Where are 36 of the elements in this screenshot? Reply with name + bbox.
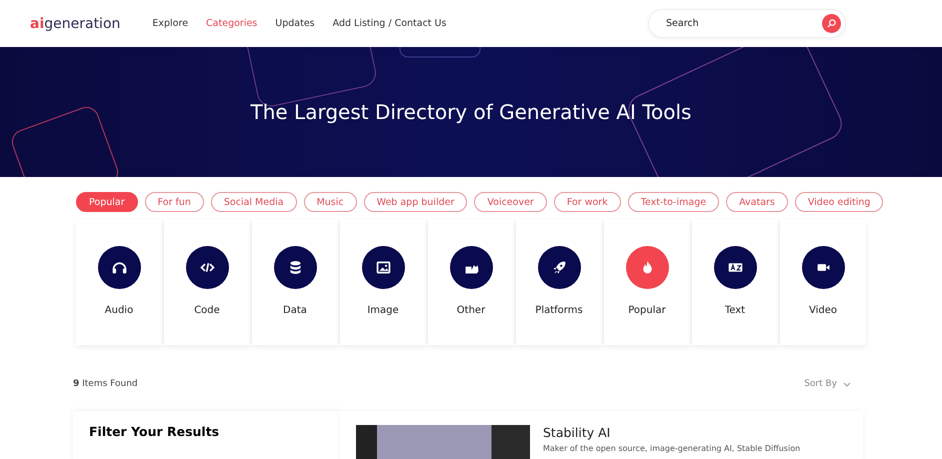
hero-title: The Largest Directory of Generative AI Tools [250,100,692,124]
tag-chip[interactable]: Music [304,192,357,212]
category-card[interactable]: Video [780,220,866,345]
category-card[interactable]: Other [428,220,514,345]
listing-title[interactable]: Stability AI [543,425,800,440]
site-logo[interactable]: aigeneration [30,16,120,32]
tag-chip[interactable]: Voiceover [474,192,547,212]
tag-chip[interactable]: For fun [144,192,204,212]
chevron-down-icon [843,382,851,386]
tag-chip[interactable]: Social Media [210,192,297,212]
nav-link[interactable]: Categories [206,18,258,29]
category-card[interactable]: Popular [604,220,690,345]
nav-link[interactable]: Add Listing / Contact Us [332,18,446,29]
filter-title: Filter Your Results [89,424,220,439]
listing-description: Maker of the open source, image-generating AI, Stable Diffusion [543,444,800,453]
tag-chip[interactable]: Popular [76,192,138,212]
category-card[interactable]: Platforms [516,220,602,345]
tag-chip[interactable]: Avatars [726,192,788,212]
search-button[interactable] [822,14,841,33]
tag-chip[interactable]: For work [554,192,621,212]
category-card[interactable]: Audio [76,220,162,345]
nav-link[interactable]: Updates [275,18,315,29]
search-field[interactable]: Search [648,9,846,38]
category-card[interactable]: Code [164,220,250,345]
search-icon [827,19,836,28]
sort-dropdown[interactable]: Sort By [804,379,851,389]
search-input[interactable]: Search [664,17,788,30]
category-card[interactable]: Image [340,220,426,345]
tag-chip[interactable]: Web app builder [364,192,468,212]
nav-link[interactable]: Explore [152,18,188,29]
image-icon [374,259,392,276]
category-card[interactable]: Text [692,220,778,345]
items-found-count: 9 Items Found [73,379,138,389]
category-card[interactable]: Data [252,220,338,345]
tag-chip[interactable]: Video editing [794,192,884,212]
tag-chip[interactable]: Text-to-image [628,192,720,212]
